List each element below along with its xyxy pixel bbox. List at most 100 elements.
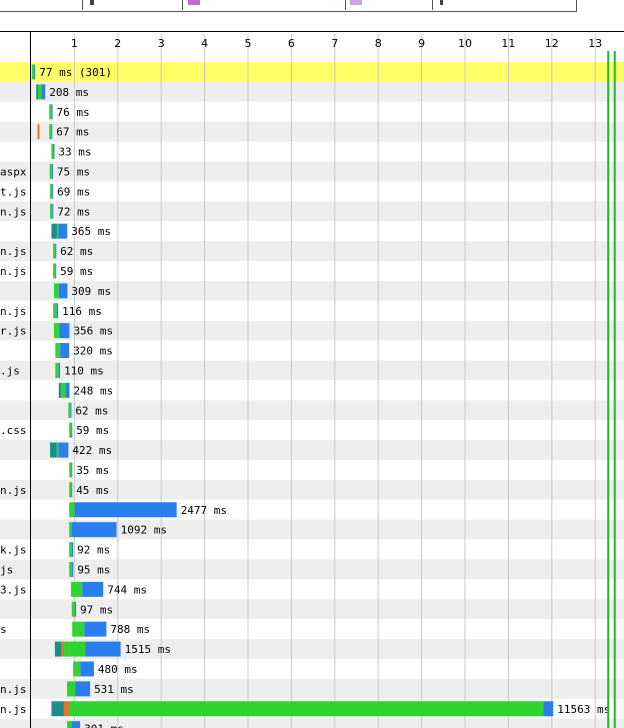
duration-label: 309 ms [71,285,111,298]
duration-label: 320 ms [73,345,113,358]
timing-bar [58,362,61,378]
tick-label: 6 [288,37,295,50]
timing-bar [67,681,76,697]
request-label: js [0,563,13,576]
timing-bar [85,641,121,657]
request-label: 3.js [0,583,27,596]
duration-label: 59 ms [76,424,109,437]
timing-bar [38,84,42,100]
timing-bar [54,283,59,299]
duration-label: 1092 ms [121,524,167,537]
timing-bar [52,183,54,199]
timing-bar [51,144,54,160]
duration-label: 301 ms [84,723,124,728]
duration-label: 95 ms [77,563,110,576]
duration-label: 69 ms [57,185,90,198]
duration-label: 92 ms [77,544,110,557]
timing-bar [55,343,61,359]
waterfall-chart: 1 2 3 4 5 6 7 8 9 10 11 12 1377 ms (301)208 ms76 ms6… [0,34,624,728]
timing-bar [73,661,81,677]
timing-bar [72,561,74,577]
timing-bar [69,542,72,558]
request-label: n.js [0,205,27,218]
timing-bar [53,263,56,279]
duration-label: 35 ms [76,464,109,477]
duration-label: 76 ms [57,106,90,119]
timing-bar [51,163,53,179]
timing-bar [53,144,55,160]
row-background [0,81,624,102]
timing-bar [49,124,52,140]
duration-label: 1515 ms [125,643,171,656]
row-background [0,121,624,142]
request-label: aspx [0,165,27,178]
request-label: k.js [0,544,27,557]
timing-bar [70,581,83,597]
tick-label: 10 [458,37,472,50]
duration-label: 2477 ms [181,504,227,517]
timing-bar [71,601,75,617]
duration-label: 62 ms [75,404,108,417]
timing-bar [50,442,57,458]
duration-label: 480 ms [98,663,138,676]
timing-bar [56,442,59,458]
request-label: n.js [0,484,27,497]
request-label: n.js [0,703,27,716]
timing-bar [67,721,72,728]
timing-bar [60,343,70,359]
duration-label: 356 ms [73,325,113,338]
tick-label: 12 [545,37,559,50]
duration-label: 788 ms [110,623,150,636]
request-label: n.js [0,245,27,258]
timing-bar [31,64,35,80]
timing-bar [82,581,104,597]
timing-bar [69,422,72,438]
timing-bar [53,243,56,259]
tick-label: 8 [375,37,382,50]
timing-bar [50,183,53,199]
timing-bar [55,243,57,259]
timing-bar [41,84,46,100]
tick-label: 9 [418,37,425,50]
timing-bar [72,621,85,637]
request-label: t.js [0,185,27,198]
timing-bar [71,462,73,478]
timing-bar [36,84,39,100]
duration-label: 422 ms [72,444,112,457]
duration-label: 72 ms [57,205,90,218]
duration-label: 77 ms (301) [39,66,112,79]
timing-bar [58,382,61,398]
timing-bar [84,621,107,637]
tick-label: 4 [201,37,208,50]
request-label: s [0,623,7,636]
tick-label: 1 [71,37,78,50]
timing-bar [63,701,69,717]
duration-label: 75 ms [57,165,90,178]
timing-bar [55,263,57,279]
request-label: n.js [0,265,27,278]
row-background [0,141,624,162]
timing-bar [69,522,72,538]
tick-label: 5 [245,37,252,50]
timing-bar [51,701,64,717]
timing-bar [68,402,71,418]
timing-bar [69,462,72,478]
timing-bar [53,303,57,319]
timing-bar [69,482,72,498]
row-background [0,101,624,122]
duration-label: 116 ms [62,305,102,318]
duration-label: 110 ms [64,364,104,377]
timing-bar [75,681,91,697]
timing-bar [58,283,68,299]
duration-label: 62 ms [60,245,93,258]
request-label: .js [0,364,20,377]
timing-bar [54,641,62,657]
tick-label: 13 [588,37,602,50]
duration-label: 59 ms [60,265,93,278]
timing-bar [71,482,73,498]
duration-label: 11563 ms [557,703,610,716]
row-background [0,261,624,281]
duration-label: 744 ms [107,583,147,596]
timing-bar [58,442,69,458]
timing-bar [68,701,544,717]
